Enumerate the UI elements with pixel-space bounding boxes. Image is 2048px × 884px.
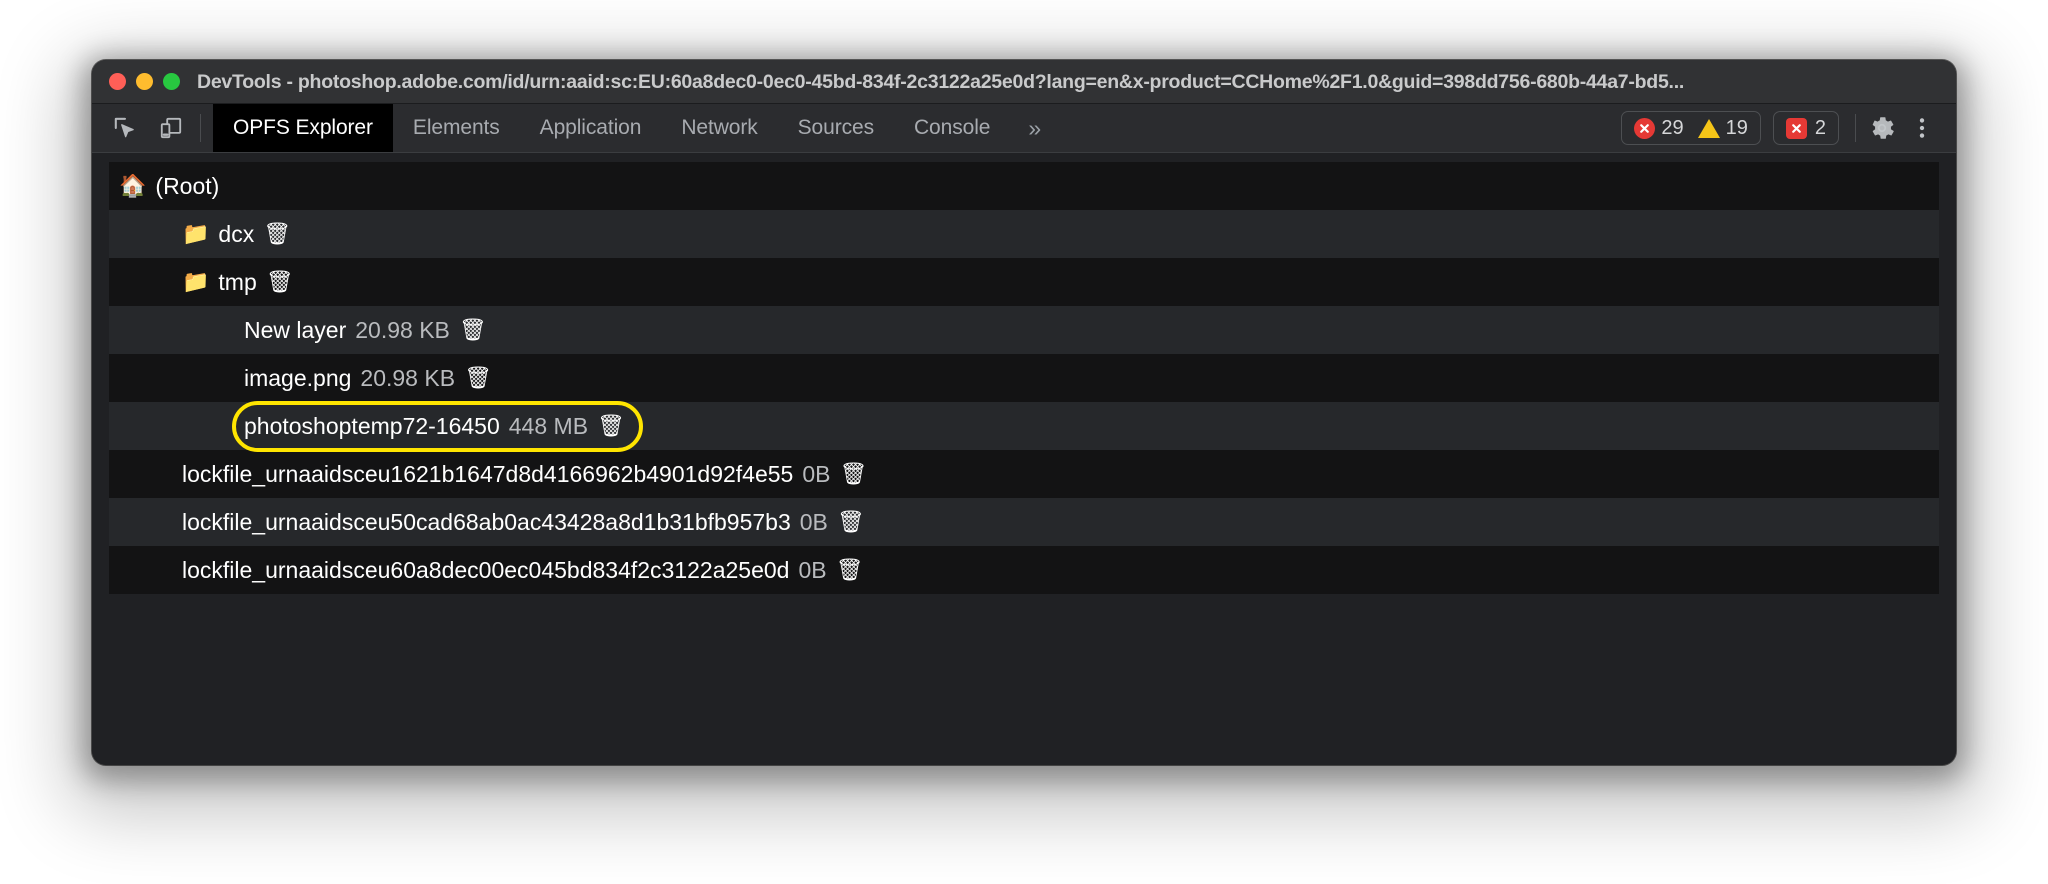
opfs-row[interactable]: lockfile_urnaaidsceu50cad68ab0ac43428a8d… <box>109 498 1939 546</box>
tab-elements[interactable]: Elements <box>393 104 520 152</box>
opfs-entry-size: 20.98 KB <box>355 317 450 344</box>
console-counters[interactable]: 29 19 <box>1621 111 1761 145</box>
opfs-row-content: photoshoptemp72-16450 448 MB 🗑 <box>244 413 625 440</box>
opfs-entry-name: image.png <box>244 365 351 392</box>
opfs-entry-name: New layer <box>244 317 346 344</box>
window-title: DevTools - photoshop.adobe.com/id/urn:aa… <box>197 60 1936 104</box>
opfs-entry-size: 0B <box>800 509 828 536</box>
opfs-row[interactable]: image.png 20.98 KB 🗑 <box>109 354 1939 402</box>
tab-sources[interactable]: Sources <box>778 104 894 152</box>
opfs-entry-name: photoshoptemp72-16450 <box>244 413 500 440</box>
folder-icon: 📁 <box>182 271 209 293</box>
delete-entry-icon[interactable]: 🗑 <box>263 223 291 245</box>
opfs-row-content: lockfile_urnaaidsceu50cad68ab0ac43428a8d… <box>182 509 865 536</box>
issues-count: 2 <box>1815 117 1826 140</box>
delete-entry-icon[interactable]: 🗑 <box>837 511 865 533</box>
gear-icon[interactable] <box>1862 108 1902 148</box>
issues-icon <box>1786 118 1807 139</box>
opfs-row[interactable]: 📁 dcx 🗑 <box>109 210 1939 258</box>
toolbar-right-cluster: 29 19 2 <box>1621 104 1956 152</box>
toolbar-left-icons <box>92 104 213 152</box>
opfs-entry-name: dcx <box>218 221 254 248</box>
close-window-button[interactable] <box>109 73 126 90</box>
window-titlebar: DevTools - photoshop.adobe.com/id/urn:aa… <box>92 60 1956 104</box>
warning-count: 19 <box>1726 117 1748 140</box>
opfs-row-content: 🏠 (Root) <box>119 173 219 200</box>
delete-entry-icon[interactable]: 🗑 <box>836 559 864 581</box>
minimize-window-button[interactable] <box>136 73 153 90</box>
opfs-row[interactable]: lockfile_urnaaidsceu60a8dec00ec045bd834f… <box>109 546 1939 594</box>
opfs-row-content: lockfile_urnaaidsceu60a8dec00ec045bd834f… <box>182 557 864 584</box>
opfs-row[interactable]: 🏠 (Root) <box>109 162 1939 210</box>
folder-icon: 📁 <box>182 223 209 245</box>
more-tabs-icon[interactable]: » <box>1010 104 1059 152</box>
opfs-row[interactable]: lockfile_urnaaidsceu1621b1647d8d4166962b… <box>109 450 1939 498</box>
opfs-row[interactable]: New layer 20.98 KB 🗑 <box>109 306 1939 354</box>
opfs-entry-size: 0B <box>802 461 830 488</box>
inspect-element-icon[interactable] <box>104 107 146 149</box>
opfs-entry-size: 0B <box>798 557 826 584</box>
delete-entry-icon[interactable]: 🗑 <box>459 319 487 341</box>
opfs-entry-name: (Root) <box>155 173 219 200</box>
opfs-entry-size: 448 MB <box>509 413 588 440</box>
kebab-menu-icon[interactable] <box>1902 108 1942 148</box>
tab-opfs-explorer[interactable]: OPFS Explorer <box>213 104 393 152</box>
delete-entry-icon[interactable]: 🗑 <box>464 367 492 389</box>
error-count: 29 <box>1661 117 1683 140</box>
opfs-entry-size: 20.98 KB <box>360 365 455 392</box>
warning-counter[interactable]: 19 <box>1698 117 1748 140</box>
opfs-explorer-panel: 🏠(Root)📁dcx🗑📁tmp🗑New layer20.98 KB🗑image… <box>92 153 1956 765</box>
tab-console[interactable]: Console <box>894 104 1010 152</box>
opfs-entry-name: lockfile_urnaaidsceu1621b1647d8d4166962b… <box>182 461 793 488</box>
warning-icon <box>1698 119 1720 138</box>
devtools-window: DevTools - photoshop.adobe.com/id/urn:aa… <box>92 60 1956 765</box>
opfs-row[interactable]: 📁 tmp 🗑 <box>109 258 1939 306</box>
opfs-row-content: lockfile_urnaaidsceu1621b1647d8d4166962b… <box>182 461 867 488</box>
tab-application[interactable]: Application <box>520 104 662 152</box>
opfs-row-content: New layer 20.98 KB 🗑 <box>244 317 487 344</box>
screenshot-root: DevTools - photoshop.adobe.com/id/urn:aa… <box>0 0 2048 884</box>
opfs-entry-name: lockfile_urnaaidsceu60a8dec00ec045bd834f… <box>182 557 789 584</box>
delete-entry-icon[interactable]: 🗑 <box>597 415 625 437</box>
opfs-file-tree: 🏠(Root)📁dcx🗑📁tmp🗑New layer20.98 KB🗑image… <box>92 162 1956 594</box>
traffic-lights <box>109 73 180 90</box>
opfs-row-content: 📁 tmp 🗑 <box>182 269 294 296</box>
opfs-row-content: 📁 dcx 🗑 <box>182 221 291 248</box>
opfs-entry-name: tmp <box>218 269 256 296</box>
issues-counter[interactable]: 2 <box>1773 111 1839 145</box>
opfs-row-content: image.png 20.98 KB 🗑 <box>244 365 492 392</box>
toolbar-divider <box>200 114 201 142</box>
delete-entry-icon[interactable]: 🗑 <box>266 271 294 293</box>
devtools-tabstrip: OPFS Explorer Elements Application Netwo… <box>213 104 1621 152</box>
tab-network[interactable]: Network <box>661 104 777 152</box>
error-icon <box>1634 118 1655 139</box>
maximize-window-button[interactable] <box>163 73 180 90</box>
opfs-row[interactable]: photoshoptemp72-16450 448 MB 🗑 <box>109 402 1939 450</box>
opfs-entry-name: lockfile_urnaaidsceu50cad68ab0ac43428a8d… <box>182 509 791 536</box>
error-counter[interactable]: 29 <box>1634 117 1683 140</box>
home-icon: 🏠 <box>119 175 146 197</box>
toolbar-divider-right <box>1855 114 1856 142</box>
device-toolbar-icon[interactable] <box>150 107 192 149</box>
devtools-toolbar: OPFS Explorer Elements Application Netwo… <box>92 104 1956 153</box>
delete-entry-icon[interactable]: 🗑 <box>839 463 867 485</box>
